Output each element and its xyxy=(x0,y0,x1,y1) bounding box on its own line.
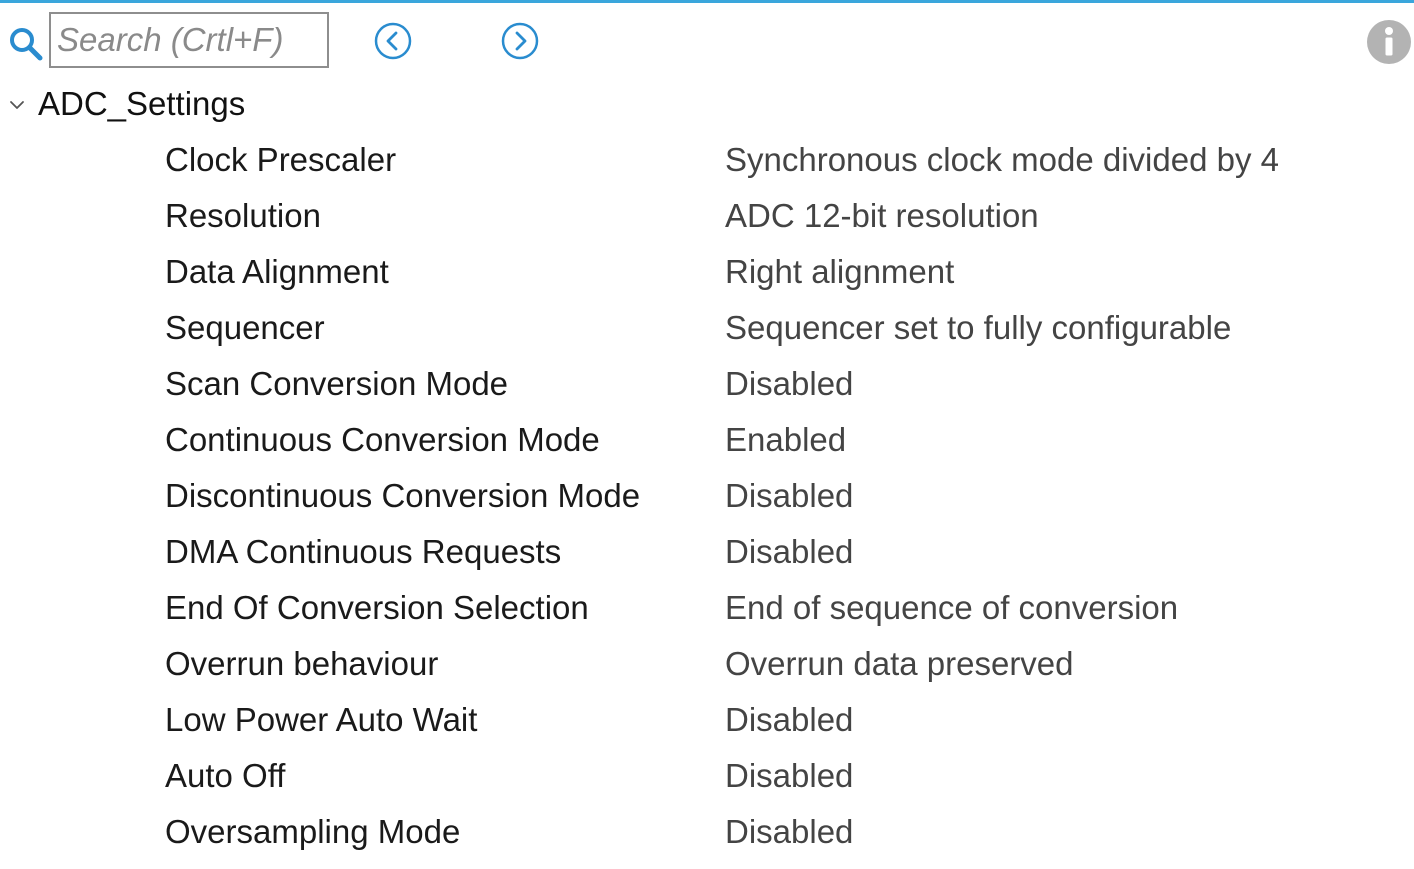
setting-name: Scan Conversion Mode xyxy=(165,365,509,402)
setting-row-sequencer[interactable]: Sequencer Sequencer set to fully configu… xyxy=(0,300,1414,356)
setting-value[interactable]: ADC 12-bit resolution xyxy=(725,194,1039,238)
chevron-left-circle-icon xyxy=(374,22,412,60)
setting-value[interactable]: Disabled xyxy=(725,810,853,854)
setting-name: Data Alignment xyxy=(165,253,389,290)
setting-row-auto-off[interactable]: Auto Off Disabled xyxy=(0,748,1414,804)
chevron-down-icon[interactable] xyxy=(8,96,26,114)
setting-value[interactable]: Disabled xyxy=(725,474,853,518)
chevron-right-circle-icon xyxy=(501,22,539,60)
setting-row-overrun-behaviour[interactable]: Overrun behaviour Overrun data preserved xyxy=(0,636,1414,692)
setting-name: Clock Prescaler xyxy=(165,141,397,178)
setting-name: Low Power Auto Wait xyxy=(165,701,478,738)
setting-name: DMA Continuous Requests xyxy=(165,533,562,570)
setting-row-data-alignment[interactable]: Data Alignment Right alignment xyxy=(0,244,1414,300)
setting-value[interactable]: Disabled xyxy=(725,362,853,406)
info-button[interactable] xyxy=(1366,19,1412,65)
setting-value[interactable]: Disabled xyxy=(725,698,853,742)
info-icon xyxy=(1367,20,1411,64)
settings-list: Clock Prescaler Synchronous clock mode d… xyxy=(0,132,1414,860)
setting-value[interactable]: Overrun data preserved xyxy=(725,642,1074,686)
setting-name: Discontinuous Conversion Mode xyxy=(165,477,641,514)
top-accent-bar xyxy=(0,0,1414,3)
group-label: ADC_Settings xyxy=(38,85,246,122)
setting-value[interactable]: Enabled xyxy=(725,418,846,462)
setting-row-resolution[interactable]: Resolution ADC 12-bit resolution xyxy=(0,188,1414,244)
setting-row-low-power-auto-wait[interactable]: Low Power Auto Wait Disabled xyxy=(0,692,1414,748)
setting-name: Auto Off xyxy=(165,757,286,794)
previous-match-button[interactable] xyxy=(373,21,413,61)
setting-name: Overrun behaviour xyxy=(165,645,439,682)
setting-value[interactable]: Right alignment xyxy=(725,250,954,294)
setting-name: Resolution xyxy=(165,197,321,234)
setting-value[interactable]: Disabled xyxy=(725,530,853,574)
setting-name: Continuous Conversion Mode xyxy=(165,421,600,458)
setting-row-dma-continuous-requests[interactable]: DMA Continuous Requests Disabled xyxy=(0,524,1414,580)
toolbar xyxy=(0,12,1414,70)
adc-settings-group-toggle[interactable]: ADC_Settings xyxy=(0,80,600,128)
setting-value[interactable]: End of sequence of conversion xyxy=(725,586,1178,630)
search-input[interactable] xyxy=(49,12,329,68)
setting-value[interactable]: Synchronous clock mode divided by 4 xyxy=(725,138,1279,182)
search-icon[interactable] xyxy=(8,26,44,62)
setting-row-continuous-conversion-mode[interactable]: Continuous Conversion Mode Enabled xyxy=(0,412,1414,468)
setting-row-oversampling-mode[interactable]: Oversampling Mode Disabled xyxy=(0,804,1414,860)
setting-name: Sequencer xyxy=(165,309,325,346)
setting-row-scan-conversion-mode[interactable]: Scan Conversion Mode Disabled xyxy=(0,356,1414,412)
setting-name: Oversampling Mode xyxy=(165,813,461,850)
setting-name: End Of Conversion Selection xyxy=(165,589,589,626)
parameter-settings-panel: ADC_Settings Clock Prescaler Synchronous… xyxy=(0,0,1414,869)
setting-row-end-of-conversion-selection[interactable]: End Of Conversion Selection End of seque… xyxy=(0,580,1414,636)
next-match-button[interactable] xyxy=(500,21,540,61)
setting-row-clock-prescaler[interactable]: Clock Prescaler Synchronous clock mode d… xyxy=(0,132,1414,188)
setting-row-discontinuous-conversion-mode[interactable]: Discontinuous Conversion Mode Disabled xyxy=(0,468,1414,524)
setting-value[interactable]: Sequencer set to fully configurable xyxy=(725,306,1231,350)
setting-value[interactable]: Disabled xyxy=(725,754,853,798)
